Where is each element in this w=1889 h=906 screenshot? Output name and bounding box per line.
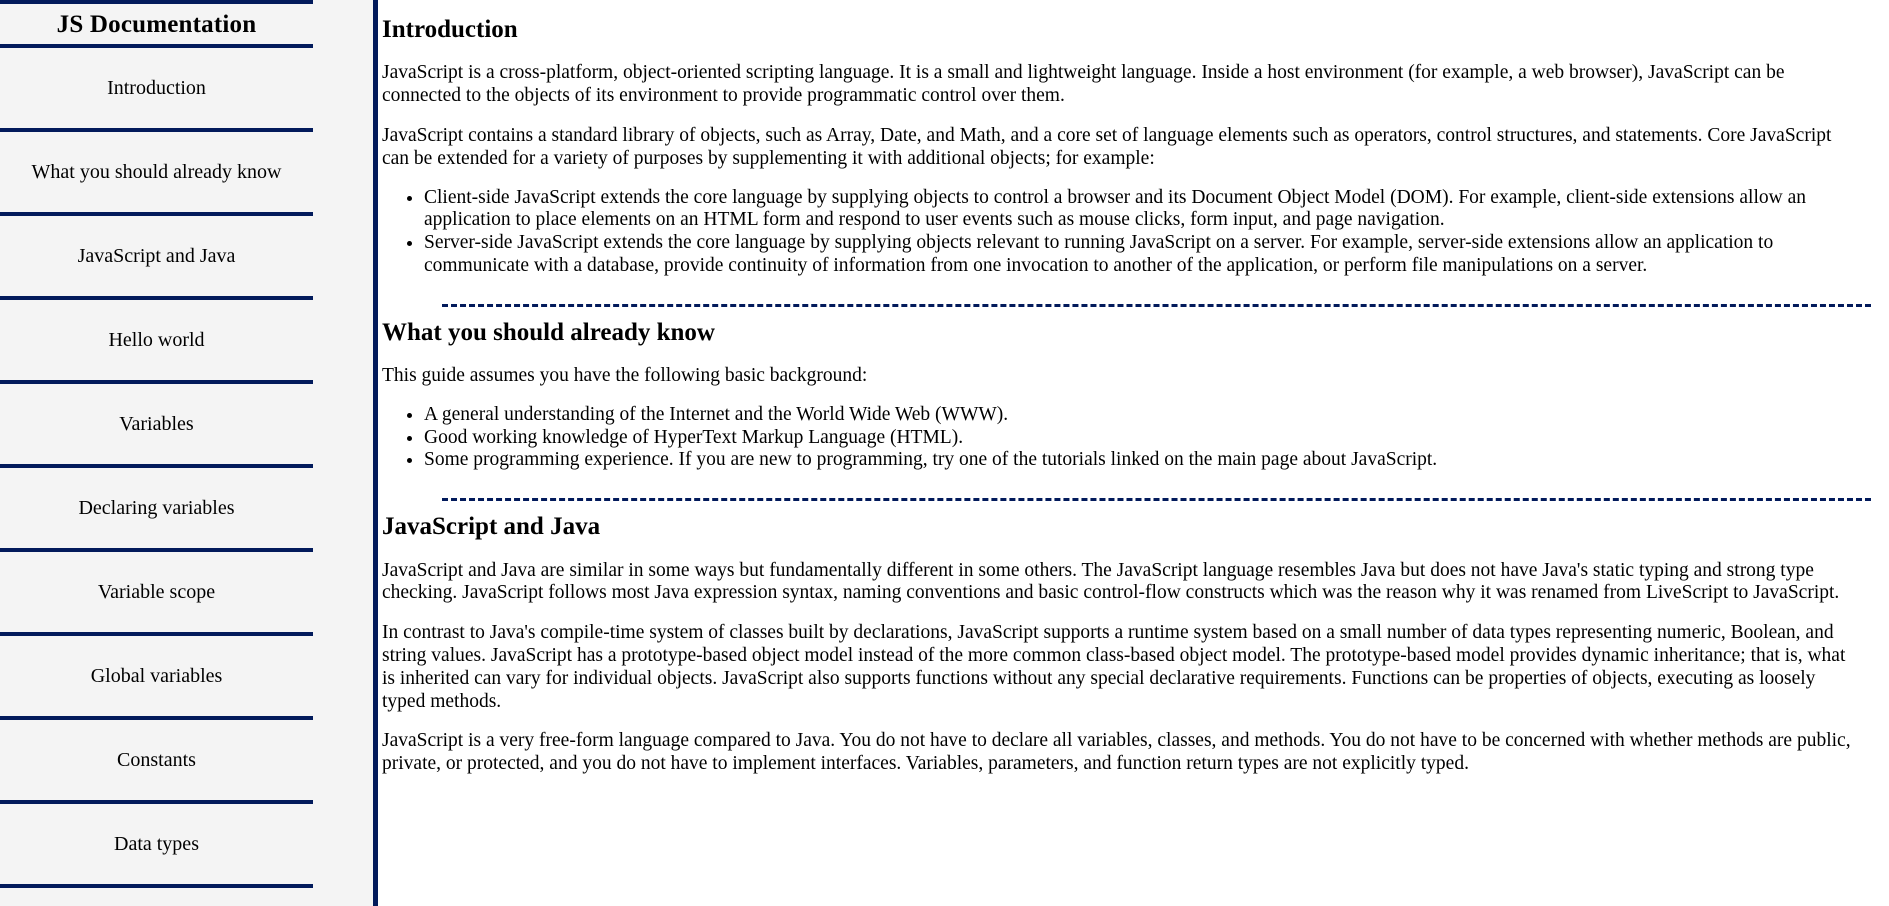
- sidebar-item-hello-world[interactable]: Hello world: [0, 300, 313, 384]
- sidebar-item-global-variables[interactable]: Global variables: [0, 636, 313, 720]
- section-javascript-and-java: JavaScript and Java JavaScript and Java …: [378, 501, 1871, 776]
- section-introduction: Introduction JavaScript is a cross-platf…: [378, 0, 1871, 278]
- list-item: Server-side JavaScript extends the core …: [424, 232, 1871, 278]
- section-what-you-should-already-know: What you should already know This guide …: [378, 307, 1871, 473]
- list-item: Good working knowledge of HyperText Mark…: [424, 427, 1871, 450]
- sidebar-item-javascript-and-java[interactable]: JavaScript and Java: [0, 216, 313, 300]
- section-paragraph: In contrast to Java's compile-time syste…: [382, 622, 1846, 712]
- section-heading: Introduction: [382, 16, 518, 43]
- section-paragraph: JavaScript is a very free-form language …: [382, 730, 1851, 775]
- section-paragraph: JavaScript and Java are similar in some …: [382, 559, 1840, 604]
- sidebar-item-if-and-else-statement[interactable]: if and else statement: [0, 888, 313, 906]
- sidebar-item-declaring-variables[interactable]: Declaring variables: [0, 468, 313, 552]
- section-paragraph: JavaScript is a cross-platform, object-o…: [382, 62, 1785, 107]
- section-bullet-list: A general understanding of the Internet …: [378, 404, 1871, 472]
- section-heading: JavaScript and Java: [382, 513, 601, 541]
- main-document: Introduction JavaScript is a cross-platf…: [378, 0, 1889, 906]
- sidebar-item-constants[interactable]: Constants: [0, 720, 313, 804]
- section-heading: What you should already know: [382, 318, 715, 346]
- sidebar-item-variables[interactable]: Variables: [0, 384, 313, 468]
- sidebar-navigation: JS Documentation Introduction What you s…: [0, 0, 378, 906]
- sidebar-title: JS Documentation: [0, 0, 313, 48]
- list-item: A general understanding of the Internet …: [424, 404, 1871, 427]
- sidebar-item-data-types[interactable]: Data types: [0, 804, 313, 888]
- sidebar-item-what-you-should-already-know[interactable]: What you should already know: [0, 132, 313, 216]
- sidebar-item-introduction[interactable]: Introduction: [0, 48, 313, 132]
- section-paragraph: JavaScript contains a standard library o…: [382, 124, 1832, 169]
- section-bullet-list: Client-side JavaScript extends the core …: [378, 187, 1871, 278]
- sidebar-item-variable-scope[interactable]: Variable scope: [0, 552, 313, 636]
- list-item: Some programming experience. If you are …: [424, 449, 1871, 472]
- sidebar-inner: JS Documentation Introduction What you s…: [0, 0, 313, 906]
- list-item: Client-side JavaScript extends the core …: [424, 187, 1871, 233]
- documentation-page: JS Documentation Introduction What you s…: [0, 0, 1889, 906]
- section-paragraph: This guide assumes you have the followin…: [382, 365, 868, 386]
